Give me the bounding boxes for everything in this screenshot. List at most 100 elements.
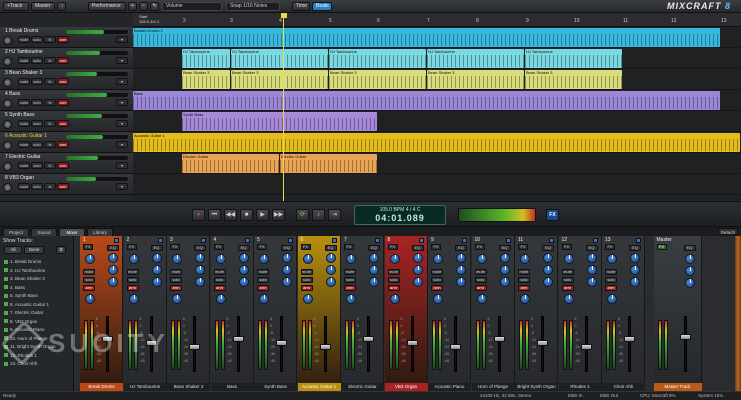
send-knob[interactable] <box>215 294 226 304</box>
track-volume-fader[interactable] <box>66 177 128 181</box>
mute-button[interactable]: mute <box>126 269 139 275</box>
show-track-item[interactable]: 6. Acoustic Guitar 1 <box>4 301 70 308</box>
send-knob[interactable] <box>563 294 574 304</box>
checkbox-icon[interactable] <box>4 285 8 290</box>
arm-button[interactable]: arm <box>126 285 139 291</box>
performance-button[interactable]: Performance <box>88 2 126 11</box>
checkbox-icon[interactable] <box>4 293 8 298</box>
eq-knob[interactable] <box>456 277 466 287</box>
arm-button[interactable]: arm <box>57 120 69 127</box>
solo-button[interactable]: solo <box>561 277 574 283</box>
eq-button[interactable]: EQ <box>683 245 696 251</box>
detach-button[interactable]: Detach <box>717 228 738 235</box>
arm-button[interactable]: arm <box>605 285 617 291</box>
audio-clip[interactable]: Bean Shaker 3 <box>231 70 328 89</box>
fx-button[interactable]: fx <box>44 36 56 43</box>
fx-button[interactable]: fx <box>44 183 56 190</box>
volume-fader-knob[interactable] <box>363 336 374 342</box>
arm-button[interactable]: arm <box>57 141 69 148</box>
show-track-item[interactable]: 1. Break Drums <box>4 258 70 265</box>
mute-button[interactable]: mute <box>18 57 30 64</box>
checkbox-icon[interactable] <box>4 361 8 366</box>
volume-fader-knob[interactable] <box>406 340 418 346</box>
send-knob[interactable] <box>476 294 487 304</box>
fx-button[interactable]: fx <box>44 141 56 148</box>
track-menu-icon[interactable]: ▾ <box>116 141 128 148</box>
eq-button[interactable]: EQ <box>585 245 598 251</box>
track-header[interactable]: 4 Bass mute solo fx arm ▾ <box>0 90 133 111</box>
arm-button[interactable]: arm <box>57 99 69 106</box>
record-button[interactable]: ● <box>192 209 205 221</box>
checkbox-icon[interactable] <box>4 319 8 324</box>
eq-knob[interactable] <box>282 277 292 287</box>
solo-button[interactable]: solo <box>31 78 43 85</box>
audio-clip[interactable]: Bean Shaker 3 <box>427 70 524 89</box>
eq-knob[interactable] <box>369 253 379 263</box>
mute-button[interactable]: mute <box>18 162 30 169</box>
arm-button[interactable]: arm <box>257 285 269 291</box>
arm-button[interactable]: arm <box>431 285 443 291</box>
pan-knob[interactable] <box>389 254 400 264</box>
solo-button[interactable]: solo <box>213 277 226 283</box>
solo-button[interactable]: solo <box>31 183 43 190</box>
eq-knob[interactable] <box>195 277 205 287</box>
insert-icon[interactable] <box>462 238 467 243</box>
playhead-flag[interactable] <box>281 13 287 18</box>
tab-library[interactable]: Library <box>87 228 113 236</box>
eq-button[interactable]: EQ <box>237 245 250 251</box>
mute-button[interactable]: mute <box>18 141 30 148</box>
mute-button[interactable]: mute <box>257 269 269 275</box>
pan-knob[interactable] <box>172 254 182 264</box>
mute-button[interactable]: mute <box>474 269 487 275</box>
track-volume-fader[interactable] <box>66 156 128 160</box>
eq-knob[interactable] <box>238 253 249 263</box>
rewind-start-button[interactable]: ⏮ <box>208 209 221 221</box>
gear-icon[interactable]: ⚙ <box>56 246 66 254</box>
solo-button[interactable]: solo <box>300 277 313 283</box>
eq-knob[interactable] <box>151 277 162 287</box>
pan-knob[interactable] <box>563 254 574 264</box>
send-knob[interactable] <box>607 294 617 304</box>
arm-button[interactable]: arm <box>518 285 530 291</box>
solo-button[interactable]: solo <box>344 277 356 283</box>
send-knob[interactable] <box>259 294 269 304</box>
eq-knob[interactable] <box>108 265 118 275</box>
track-header[interactable]: 7 Electric Guitar mute solo fx arm ▾ <box>0 153 133 174</box>
volume-fader-knob[interactable] <box>624 336 635 342</box>
eq-button[interactable]: EQ <box>411 245 424 251</box>
arrangement-timeline[interactable]: Breaks Drums 2 HJ Tambourine HJ Tambourine… <box>133 27 741 201</box>
track-volume-fader[interactable] <box>66 72 128 76</box>
eq-knob[interactable] <box>151 265 162 275</box>
insert-icon[interactable] <box>505 238 511 243</box>
show-track-item[interactable]: 3. Bean Shaker 3 <box>4 275 70 282</box>
eq-knob[interactable] <box>586 253 597 263</box>
audio-clip[interactable]: Synth Bass <box>182 112 377 131</box>
show-track-item[interactable]: 4. Bass <box>4 284 70 291</box>
audio-clip[interactable]: HJ Tambourine <box>427 49 524 68</box>
insert-icon[interactable] <box>244 238 250 243</box>
eq-knob[interactable] <box>369 265 379 275</box>
strip-fx-button[interactable]: FX <box>126 244 137 250</box>
strip-fx-button[interactable]: FX <box>561 244 572 250</box>
pan-knob[interactable] <box>3 99 12 108</box>
show-track-item[interactable]: 5. Synth Bass <box>4 292 70 299</box>
solo-button[interactable]: solo <box>126 277 139 283</box>
arm-button[interactable]: arm <box>387 285 400 291</box>
beats-button[interactable]: Beats <box>312 2 332 11</box>
mute-button[interactable]: mute <box>344 269 356 275</box>
strip-fx-button[interactable]: FX <box>344 244 354 250</box>
eq-knob[interactable] <box>238 277 249 287</box>
solo-button[interactable]: solo <box>31 99 43 106</box>
pan-knob[interactable] <box>259 254 269 264</box>
zoom-in-icon[interactable]: + <box>128 2 137 11</box>
send-knob[interactable] <box>128 294 139 304</box>
insert-icon[interactable] <box>636 238 641 243</box>
rewind-button[interactable]: ◀◀ <box>224 209 237 221</box>
volume-fader-knob[interactable] <box>493 336 505 342</box>
track-menu-icon[interactable]: ▾ <box>116 120 128 127</box>
pan-knob[interactable] <box>433 254 443 264</box>
solo-button[interactable]: solo <box>31 141 43 148</box>
eq-knob[interactable] <box>412 277 423 287</box>
track-volume-fader[interactable] <box>66 30 128 34</box>
eq-button[interactable]: EQ <box>324 245 337 251</box>
